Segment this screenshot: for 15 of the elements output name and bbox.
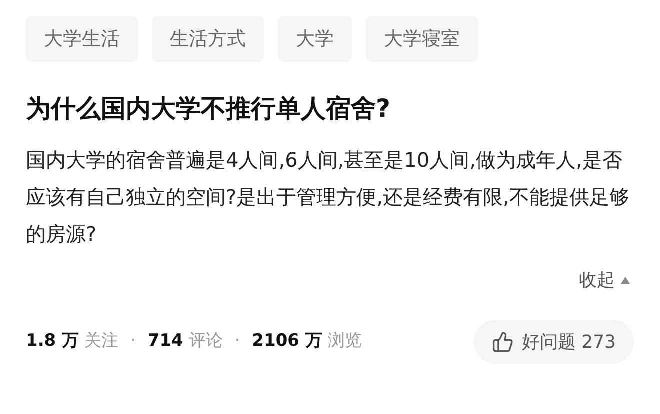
topic-tag[interactable]: 大学生活 xyxy=(26,16,138,62)
question-description: 国内大学的宿舍普遍是4人间,6人间,甚至是10人间,做为成年人,是否应该有自己独立的空间?是出于管理方便,还是经费有限,不能提供足够的房源? xyxy=(26,147,630,248)
stat-text: 714 评论 xyxy=(148,330,223,354)
good-question-button[interactable]: 好问题 273 xyxy=(474,320,634,364)
caret-icon xyxy=(621,277,630,284)
separator-dot: · xyxy=(234,330,240,354)
topic-tag[interactable]: 大学寝室 xyxy=(366,16,478,62)
collapse-button[interactable]: 收起 xyxy=(579,267,630,294)
stat-text: 1.8 万 关注 xyxy=(26,330,118,354)
stat-text: 2106 万 浏览 xyxy=(252,330,362,354)
topic-tag[interactable]: 生活方式 xyxy=(152,16,264,62)
thumbs-up-icon xyxy=(492,331,514,353)
separator-dot: · xyxy=(130,330,136,354)
topic-tag[interactable]: 大学 xyxy=(278,16,352,62)
question-title: 为什么国内大学不推行单人宿舍? xyxy=(26,93,392,125)
